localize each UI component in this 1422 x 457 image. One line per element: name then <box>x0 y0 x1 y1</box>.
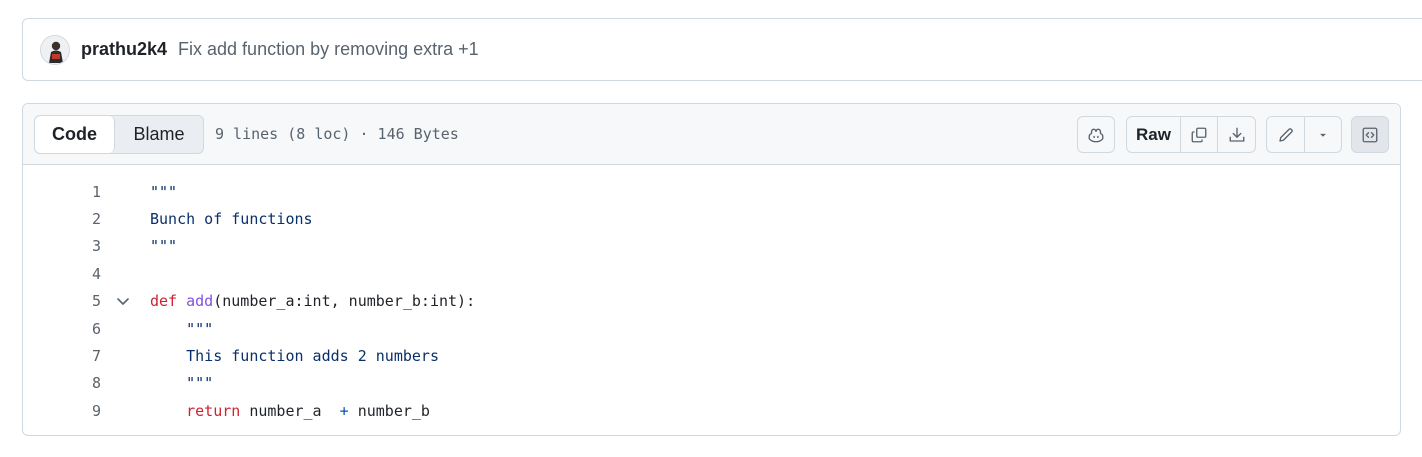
copy-icon <box>1191 127 1207 142</box>
code-line: 9 return number_a + number_b <box>23 397 1400 424</box>
download-raw-button[interactable] <box>1218 117 1255 152</box>
line-number[interactable]: 9 <box>23 402 101 420</box>
avatar-image <box>41 35 69 64</box>
code-token: """ <box>150 237 178 256</box>
code-token: + <box>339 401 349 420</box>
code-line: 2 Bunch of functions <box>23 205 1400 232</box>
commit-author-link[interactable]: prathu2k4 <box>81 39 167 60</box>
code-line: 5 def add(number_a:int, number_b:int): <box>23 288 1400 315</box>
code-text: """ <box>150 183 177 201</box>
symbols-panel-button[interactable] <box>1351 116 1389 153</box>
code-line: 6 """ <box>23 315 1400 342</box>
line-number[interactable]: 7 <box>23 347 101 365</box>
edit-group <box>1266 116 1342 153</box>
code-token: """ <box>186 319 214 338</box>
author-avatar[interactable] <box>40 34 70 65</box>
code-token: Bunch of functions <box>150 210 313 229</box>
line-number[interactable]: 2 <box>23 210 101 228</box>
chevron-down-icon[interactable] <box>115 293 131 309</box>
code-text: This function adds 2 numbers <box>150 347 439 365</box>
commit-message-link[interactable]: Fix add function by removing extra +1 <box>178 39 479 60</box>
line-number[interactable]: 4 <box>23 265 101 283</box>
code-blame-toggle: Code Blame <box>34 114 204 154</box>
line-number[interactable]: 3 <box>23 237 101 255</box>
code-token: This function adds 2 numbers <box>186 347 439 366</box>
line-number[interactable]: 6 <box>23 320 101 338</box>
code-token: return <box>186 401 241 420</box>
more-edit-options-button[interactable] <box>1305 117 1341 152</box>
code-token: """ <box>150 182 178 201</box>
code-text: """ <box>150 237 177 255</box>
file-meta-info: 9 lines (8 loc) · 146 Bytes <box>215 125 459 143</box>
latest-commit-bar: prathu2k4 Fix add function by removing e… <box>22 18 1422 81</box>
line-number[interactable]: 5 <box>23 292 101 310</box>
code-line: 7 This function adds 2 numbers <box>23 342 1400 369</box>
raw-label: Raw <box>1136 124 1171 144</box>
code-line: 3 """ <box>23 233 1400 260</box>
line-number[interactable]: 8 <box>23 374 101 392</box>
copilot-button[interactable] <box>1077 116 1115 153</box>
code-text: Bunch of functions <box>150 210 313 228</box>
code-token: (number_a:int, number_b:int): <box>213 292 476 311</box>
code-text: def add(number_a:int, number_b:int): <box>150 292 475 310</box>
code-token: number_a <box>240 401 340 420</box>
copilot-icon <box>1088 128 1104 142</box>
raw-button[interactable]: Raw <box>1127 117 1181 152</box>
pencil-icon <box>1278 127 1293 142</box>
code-line: 4 <box>23 260 1400 287</box>
code-text: return number_a + number_b <box>150 402 430 420</box>
triangle-down-icon <box>1320 133 1326 137</box>
code-token: add <box>186 292 214 311</box>
code-token: number_b <box>348 401 430 420</box>
file-header: Code Blame 9 lines (8 loc) · 146 Bytes R… <box>23 104 1400 165</box>
code-tab[interactable]: Code <box>35 115 115 153</box>
code-token: """ <box>186 374 214 393</box>
edit-file-button[interactable] <box>1267 117 1305 152</box>
code-square-icon <box>1362 127 1378 142</box>
code-text: """ <box>150 374 213 392</box>
code-area[interactable]: 1 """ 2 Bunch of functions 3 """ 4 5 def add(num… <box>23 165 1400 425</box>
blame-tab[interactable]: Blame <box>115 116 203 153</box>
file-viewer: Code Blame 9 lines (8 loc) · 146 Bytes R… <box>22 103 1401 436</box>
code-line: 1 """ <box>23 178 1400 205</box>
copy-raw-button[interactable] <box>1181 117 1218 152</box>
download-icon <box>1229 127 1244 142</box>
raw-copy-download-group: Raw <box>1126 116 1256 153</box>
code-line: 8 """ <box>23 370 1400 397</box>
code-token: def <box>150 292 178 311</box>
line-number[interactable]: 1 <box>23 183 101 201</box>
code-text: """ <box>150 320 213 338</box>
